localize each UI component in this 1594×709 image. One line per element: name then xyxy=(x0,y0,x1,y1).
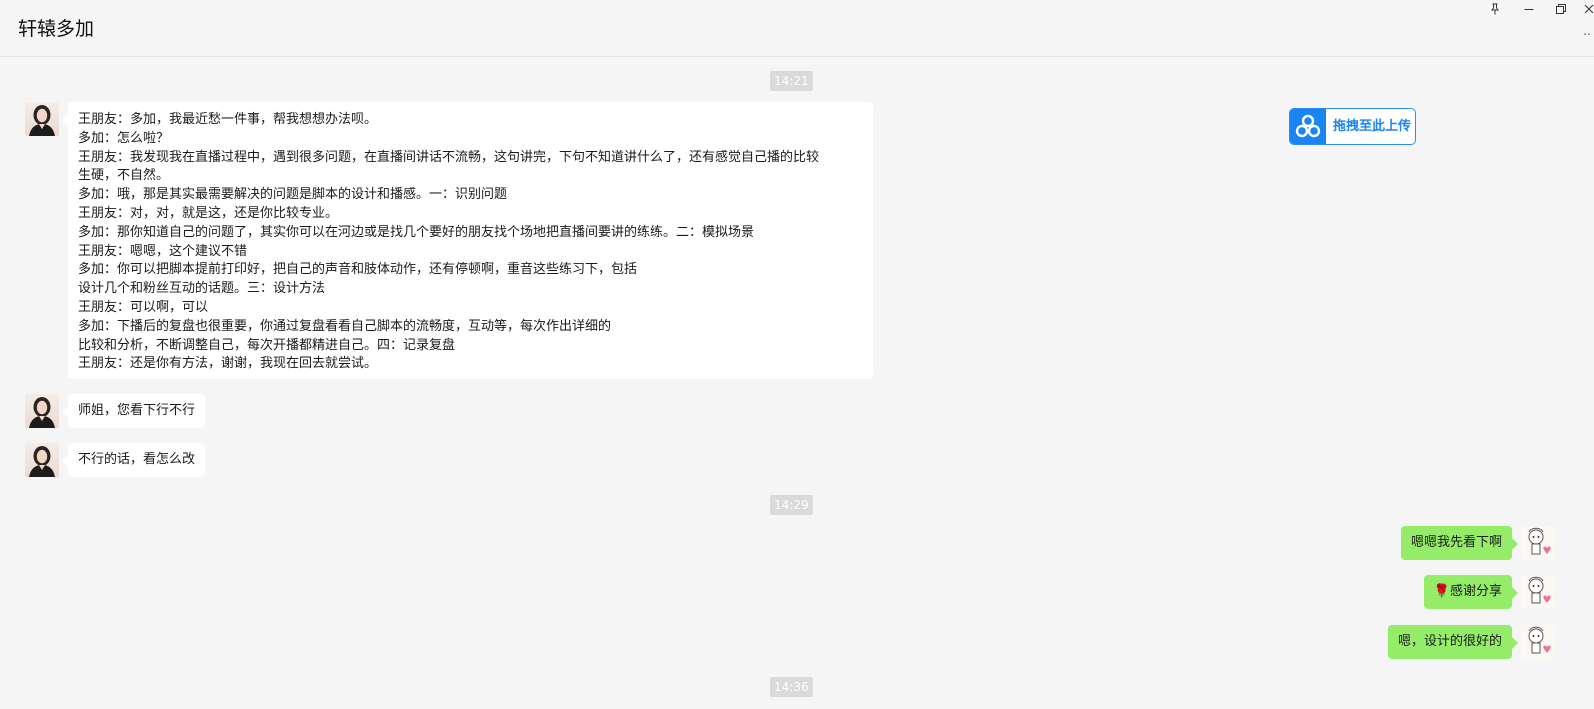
message-line: 多加：下播后的复盘也很重要，你通过复盘看看自己脚本的流畅度，互动等，每次作出详细… xyxy=(78,318,612,334)
restore-icon xyxy=(1556,4,1566,14)
message-bubble-outgoing[interactable]: 🌹感谢分享 xyxy=(1423,575,1519,609)
more-icon: .. xyxy=(1583,24,1591,38)
message-bubble[interactable]: 不行的话，看怎么改 xyxy=(61,443,206,477)
chat-title: 轩辕多加 xyxy=(18,18,95,40)
contact-avatar[interactable] xyxy=(25,102,59,136)
rose-emoji-icon: 🌹 xyxy=(1433,584,1450,599)
baidu-netdisk-icon xyxy=(1295,114,1321,138)
pin-icon xyxy=(1491,3,1499,15)
cartoon-girl-icon xyxy=(1528,576,1551,604)
woman-portrait-icon xyxy=(29,446,55,477)
my-avatar[interactable] xyxy=(1521,575,1555,609)
restore-button[interactable] xyxy=(1552,0,1570,18)
more-button[interactable]: .. xyxy=(1580,24,1594,38)
minimize-icon xyxy=(1524,9,1534,10)
message-line: 王朋友：还是你有方法，谢谢，我现在回去就尝试。 xyxy=(78,356,378,372)
cartoon-girl-icon xyxy=(1528,626,1551,654)
timestamp: 14:36 xyxy=(770,677,813,697)
message-line: 设计几个和粉丝互动的话题。三：设计方法 xyxy=(78,281,326,297)
message-bubble-outgoing[interactable]: 嗯，设计的很好的 xyxy=(1387,625,1519,659)
long-message-bubble[interactable]: 王朋友：多加，我最近愁一件事，帮我想想办法呗。 多加：怎么啦？ 王朋友：我发现我… xyxy=(62,102,873,379)
message-line: 王朋友：多加，我最近愁一件事，帮我想想办法呗。 xyxy=(78,112,378,127)
message-line: 多加：怎么啦？ xyxy=(78,130,170,146)
contact-avatar[interactable] xyxy=(25,443,59,477)
pin-button[interactable] xyxy=(1486,0,1504,18)
close-button[interactable] xyxy=(1580,0,1594,18)
message-line: 多加：你可以把脚本提前打印好，把自己的声音和肢体动作，还有停顿啊，重音这些练习下… xyxy=(78,262,638,278)
message-bubble[interactable]: 师姐，您看下行不行 xyxy=(61,394,206,428)
upload-icon-box xyxy=(1290,109,1326,144)
my-avatar[interactable] xyxy=(1521,526,1555,560)
message-line: 多加：哦，那是其实最需要解决的问题是脚本的设计和播感。一：识别问题 xyxy=(78,187,508,203)
cartoon-girl-icon xyxy=(1528,527,1551,555)
message-line: 生硬，不自然。 xyxy=(78,168,170,184)
my-avatar[interactable] xyxy=(1521,625,1555,659)
woman-portrait-icon xyxy=(29,397,55,428)
message-line: 比较和分析，不断调整自己，每次开播都精进自己。四：记录复盘 xyxy=(78,337,456,353)
timestamp: 14:29 xyxy=(770,495,813,515)
upload-label: 拖拽至此上传 xyxy=(1333,119,1412,134)
minimize-button[interactable] xyxy=(1520,0,1538,18)
message-text: 感谢分享 xyxy=(1449,584,1502,599)
message-line: 王朋友：对，对，就是这，还是你比较专业。 xyxy=(78,205,339,221)
message-line: 王朋友：可以啊，可以 xyxy=(78,299,209,315)
drag-upload-button[interactable]: 拖拽至此上传 xyxy=(1289,108,1416,145)
title-bar: 轩辕多加 .. xyxy=(0,0,1594,57)
woman-portrait-icon xyxy=(29,105,55,136)
message-line: 王朋友：嗯嗯，这个建议不错 xyxy=(78,243,248,259)
message-bubble-outgoing[interactable]: 嗯嗯我先看下啊 xyxy=(1400,526,1519,560)
message-line: 王朋友：我发现我在直播过程中，遇到很多问题，在直播间讲话不流畅，这句讲完，下句不… xyxy=(78,149,820,165)
chat-history[interactable]: 14:21 王朋友：多加，我最近愁一件事，帮我想想办法呗。 多加：怎么啦？ 王朋… xyxy=(0,57,1594,709)
message-line: 多加：那你知道自己的问题了，其实你可以在河边或是找几个要好的朋友找个场地把直播间… xyxy=(78,224,755,240)
close-icon xyxy=(1584,4,1594,14)
contact-avatar[interactable] xyxy=(25,394,59,428)
timestamp: 14:21 xyxy=(770,71,813,91)
